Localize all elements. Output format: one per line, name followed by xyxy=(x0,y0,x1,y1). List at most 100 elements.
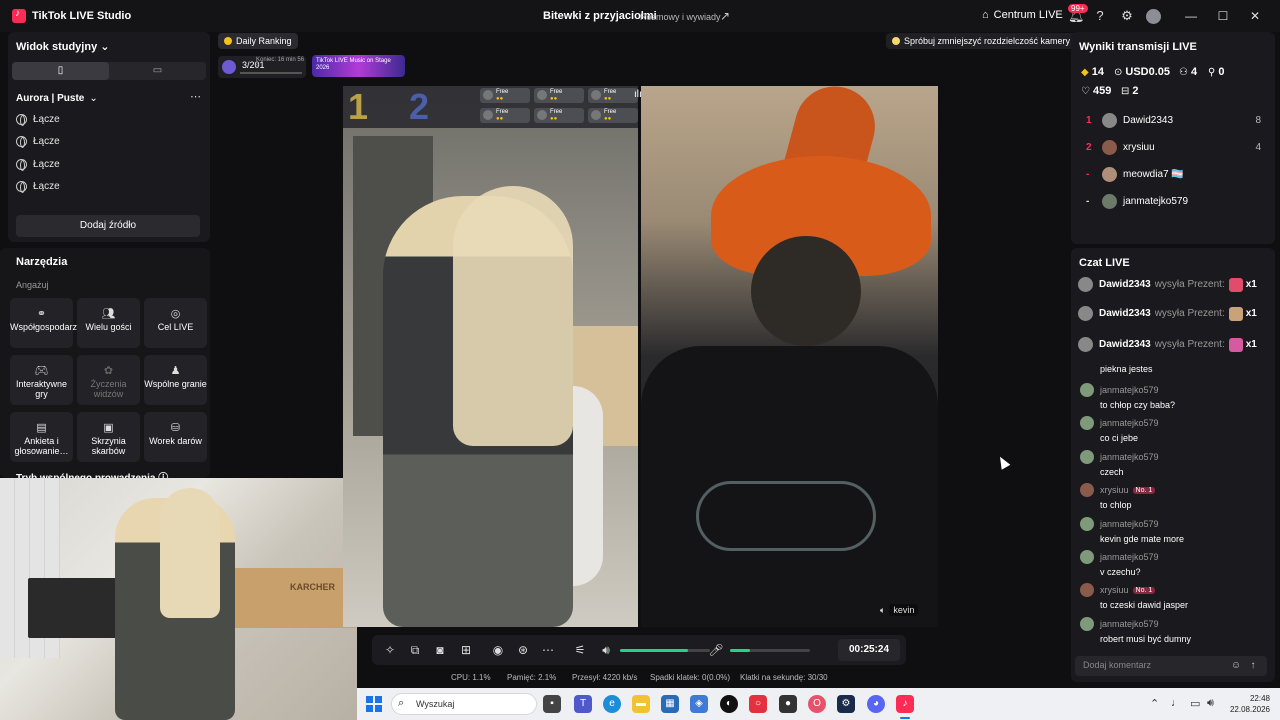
record-icon[interactable]: ◉ xyxy=(490,642,506,658)
ranking-name: meowdia7 🏳️‍⚧️ xyxy=(1123,169,1184,180)
portrait-mode-button[interactable]: ▯ xyxy=(12,62,109,80)
cohost-tool[interactable]: ⚭ Współgospodarz xyxy=(10,298,77,348)
camera-icon[interactable]: ◙ xyxy=(432,642,448,658)
screen-capture-icon[interactable]: ⧉ xyxy=(407,642,423,658)
stream-category[interactable]: Rozmowy i wywiady xyxy=(640,12,721,22)
settings-sliders-icon[interactable]: ⚟ xyxy=(572,642,588,658)
rank-widget[interactable]: 3/201 Koniec: 16 min 56 s xyxy=(218,56,306,78)
gift-slot[interactable]: Free ●● xyxy=(480,88,530,103)
co-play-tool[interactable]: ♟ Wspólne granie xyxy=(144,355,207,405)
source-item[interactable]: Łącze xyxy=(16,136,60,148)
teams-icon[interactable]: T xyxy=(574,695,592,713)
system-clock[interactable]: 22:48 22.08.2026 xyxy=(1228,693,1270,715)
diamond-icon: ◆ xyxy=(1081,66,1089,78)
ranking-row[interactable]: - janmatejko579 xyxy=(1086,194,1261,209)
top-gifter-badge: No. 1 xyxy=(1132,486,1156,494)
discord-icon[interactable]: ◕ xyxy=(867,695,885,713)
people-icon: ⚇ xyxy=(1179,66,1188,78)
chat-username[interactable]: janmatejko579 xyxy=(1100,418,1159,428)
windows-start-icon[interactable] xyxy=(366,696,382,712)
source-item[interactable]: Łącze xyxy=(16,181,60,193)
tiktok-live-studio-icon[interactable]: ♪ xyxy=(896,695,914,713)
viewer-wishes-tool[interactable]: ✿ Życzenia widzów xyxy=(77,355,140,405)
chat-username[interactable]: xrysiuu xyxy=(1100,585,1129,595)
share-icon[interactable]: ↗ xyxy=(720,9,734,23)
gear-icon[interactable]: ⚙ xyxy=(1119,8,1135,24)
edge-icon[interactable]: e xyxy=(603,695,621,713)
avatar xyxy=(1080,383,1094,397)
more-options-icon[interactable]: ⋯ xyxy=(190,90,201,103)
vscode-icon[interactable]: ◈ xyxy=(690,695,708,713)
gift-slot[interactable]: Free ●● xyxy=(588,88,638,103)
source-item[interactable]: Łącze xyxy=(16,114,60,126)
minimize-icon[interactable]: — xyxy=(1183,8,1199,24)
gift-slot[interactable]: Free ●● xyxy=(480,108,530,123)
chat-username[interactable]: janmatejko579 xyxy=(1100,519,1159,529)
live-goal-tool[interactable]: ◎ Cel LIVE xyxy=(144,298,207,348)
volume-tray-icon[interactable]: 🔊︎ xyxy=(1207,697,1214,710)
interactive-games-tool[interactable]: 🎮︎ Interaktywne gry xyxy=(10,355,73,405)
chevron-up-icon[interactable]: ⌃ xyxy=(1150,697,1159,710)
event-banner[interactable]: TikTok LIVE Music on Stage 2026 xyxy=(312,55,405,77)
gift-slot[interactable]: Free ●● xyxy=(534,108,584,123)
chat-title: Czat LIVE xyxy=(1079,257,1130,269)
help-icon[interactable]: ? xyxy=(1092,8,1108,24)
volume-slider[interactable] xyxy=(620,649,710,652)
gift-slot[interactable]: Free ●● xyxy=(534,88,584,103)
source-item[interactable]: Łącze xyxy=(16,159,60,171)
ranking-row[interactable]: 2 xrysiuu 4 xyxy=(1086,140,1261,155)
gift-bag-tool[interactable]: ⛁ Worek darów xyxy=(144,412,207,462)
speaker-icon[interactable]: 🔈︎ xyxy=(880,605,885,616)
gift-action: wysyła Prezent: G xyxy=(1154,339,1225,350)
opera-icon[interactable]: ○ xyxy=(749,695,767,713)
microphone-tray-icon[interactable]: ♩ xyxy=(1171,697,1182,709)
live-center-label: Centrum LIVE xyxy=(993,9,1063,21)
taskbar-search[interactable]: Wyszukaj xyxy=(391,693,537,715)
rank-progress-bar xyxy=(240,72,302,74)
gifts-stat: ⊟ 2 xyxy=(1121,85,1139,97)
mic-slider[interactable] xyxy=(730,649,810,652)
multi-guest-tool[interactable]: 👥︎ Wielu gości xyxy=(77,298,140,348)
steam-icon[interactable]: ⚙ xyxy=(837,695,855,713)
send-icon[interactable]: ↑ xyxy=(1247,660,1259,672)
app-icon[interactable]: ◐ xyxy=(720,695,738,713)
scene-selector[interactable]: Aurora | Puste ⌄ xyxy=(16,93,98,104)
magic-wand-icon[interactable]: ✧ xyxy=(382,642,398,658)
opera-gx-icon[interactable]: O xyxy=(808,695,826,713)
treasure-chest-tool[interactable]: ▣ Skrzynia skarbów xyxy=(77,412,140,462)
gift-sender[interactable]: Dawid2343 xyxy=(1099,339,1151,350)
add-scene-icon[interactable]: ⊞ xyxy=(458,642,474,658)
add-source-button[interactable]: Dodaj źródło xyxy=(16,215,200,237)
replay-icon[interactable]: ⊛ xyxy=(515,642,531,658)
poll-tool[interactable]: ▤ Ankieta i głosowanie… xyxy=(10,412,73,462)
profile-avatar[interactable] xyxy=(1146,9,1161,24)
maximize-icon[interactable]: ☐ xyxy=(1215,8,1231,24)
more-icon[interactable]: ⋯ xyxy=(540,642,556,658)
network-icon[interactable]: ▭ xyxy=(1190,697,1200,710)
daily-ranking-button[interactable]: Daily Ranking xyxy=(218,33,298,49)
landscape-mode-button[interactable]: ▭ xyxy=(109,62,206,80)
emoji-icon[interactable]: ☺ xyxy=(1230,660,1242,672)
gift-slot[interactable]: Free ●● xyxy=(588,108,638,123)
chat-username[interactable]: janmatejko579 xyxy=(1100,452,1159,462)
search-icon: ⌕ xyxy=(398,697,405,709)
ranking-row[interactable]: - meowdia7 🏳️‍⚧️ xyxy=(1086,167,1261,182)
store-icon[interactable]: ▦ xyxy=(661,695,679,713)
task-view-icon[interactable]: ▪ xyxy=(543,695,561,713)
gift-sender[interactable]: Dawid2343 xyxy=(1099,279,1151,290)
volume-icon[interactable]: 🔊︎ xyxy=(598,642,614,658)
avatar xyxy=(1102,194,1117,209)
ranking-row[interactable]: 1 Dawid2343 8 xyxy=(1086,113,1261,128)
chat-username[interactable]: janmatejko579 xyxy=(1100,619,1159,629)
gift-sender[interactable]: Dawid2343 xyxy=(1099,308,1151,319)
chat-username[interactable]: xrysiuu xyxy=(1100,485,1129,495)
close-icon[interactable]: ✕ xyxy=(1247,8,1263,24)
tool-label: Życzenia widzów xyxy=(90,379,127,399)
live-center-button[interactable]: ⌂ Centrum LIVE xyxy=(982,9,1063,21)
chat-username[interactable]: janmatejko579 xyxy=(1100,385,1159,395)
microphone-icon[interactable]: 🎤︎ xyxy=(708,642,724,658)
file-explorer-icon[interactable]: ▬ xyxy=(632,695,650,713)
view-mode-selector[interactable]: Widok studyjny ⌄ xyxy=(16,40,109,53)
app-icon[interactable]: ● xyxy=(779,695,797,713)
chat-username[interactable]: janmatejko579 xyxy=(1100,552,1159,562)
